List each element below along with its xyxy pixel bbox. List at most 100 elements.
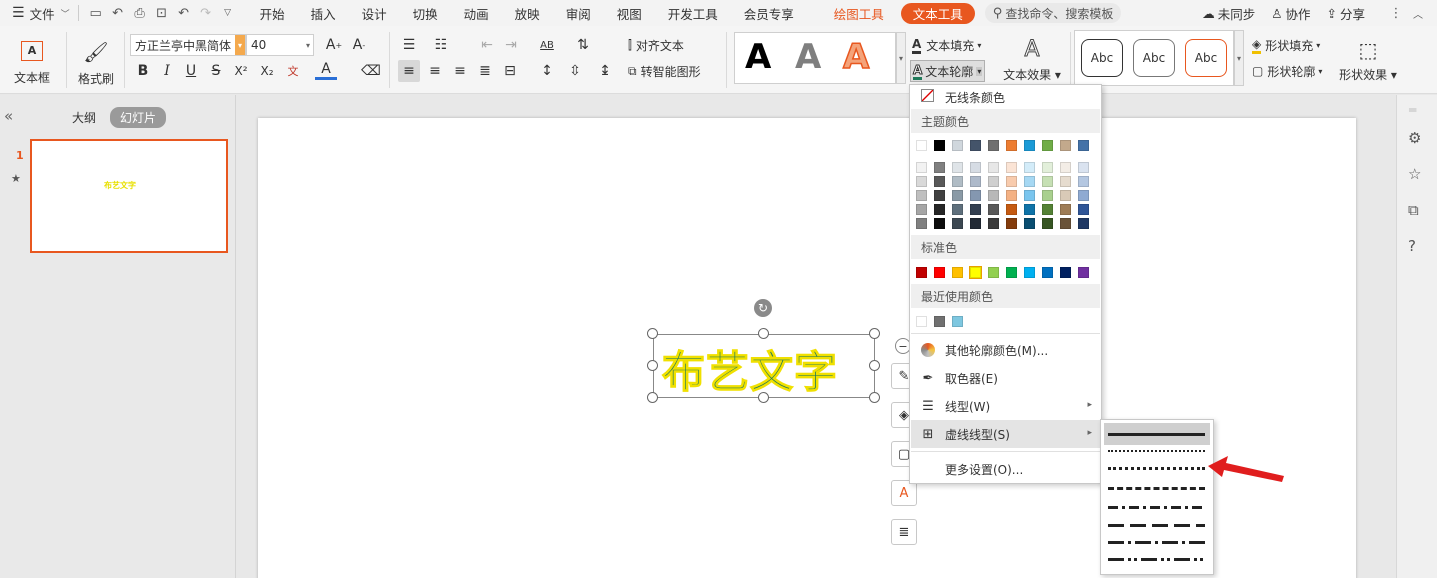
rotate-handle-icon[interactable]: ↻ [754, 299, 772, 317]
standard-color-swatch[interactable] [952, 267, 963, 278]
theme-shade-swatch[interactable] [1024, 204, 1035, 215]
theme-color-swatch[interactable] [952, 140, 963, 151]
preview-icon[interactable]: ⊡ [151, 2, 173, 24]
theme-shade-swatch[interactable] [1042, 176, 1053, 187]
tab-slideshow[interactable]: 放映 [502, 0, 553, 26]
dash-option-dash-dot[interactable] [1108, 506, 1205, 509]
theme-shade-swatch[interactable] [916, 176, 927, 187]
text-effect-button[interactable]: A 文本效果 ▾ [1000, 34, 1064, 86]
theme-shade-swatch[interactable] [988, 176, 999, 187]
theme-shade-swatch[interactable] [1006, 176, 1017, 187]
resize-handle-s[interactable] [758, 392, 769, 403]
float-text-wrap-icon[interactable]: ≣ [891, 519, 917, 545]
theme-shade-swatch[interactable] [1078, 190, 1089, 201]
dash-option-long-dash[interactable] [1108, 524, 1205, 527]
shape-style-2[interactable]: Abc [1133, 39, 1175, 77]
textbox-button[interactable]: A 文本框 [8, 34, 56, 92]
standard-color-swatch[interactable] [1060, 267, 1071, 278]
tab-transition[interactable]: 切换 [400, 0, 451, 26]
theme-shade-swatch[interactable] [934, 162, 945, 173]
shape-fill-button[interactable]: ◈ 形状填充 ▾ [1252, 34, 1320, 56]
tab-review[interactable]: 审阅 [553, 0, 604, 26]
eyedropper-item[interactable]: ✒ 取色器(E) [911, 364, 1100, 392]
save-icon[interactable]: ▭ [85, 2, 107, 24]
style-orange-a[interactable]: A [842, 36, 870, 78]
theme-shade-swatch[interactable] [1060, 190, 1071, 201]
slide-text[interactable]: 布艺文字 [661, 338, 838, 400]
standard-color-swatch[interactable] [916, 267, 927, 278]
style-black-a[interactable]: A [745, 37, 771, 77]
resize-handle-n[interactable] [758, 328, 769, 339]
theme-shade-swatch[interactable] [1078, 204, 1089, 215]
theme-color-swatch[interactable] [988, 140, 999, 151]
theme-shade-swatch[interactable] [934, 176, 945, 187]
file-menu[interactable]: ☰ 文件 ﹀ [0, 0, 72, 26]
theme-shade-swatch[interactable] [1024, 176, 1035, 187]
theme-shade-swatch[interactable] [1060, 176, 1071, 187]
numbered-list-icon[interactable]: ☷ [430, 34, 452, 56]
theme-color-swatch[interactable] [1060, 140, 1071, 151]
align-text-button[interactable]: ⫿ 对齐文本 [628, 34, 684, 56]
align-right-icon[interactable]: ≡ [449, 60, 471, 82]
theme-shade-swatch[interactable] [970, 218, 981, 229]
collapse-ribbon-icon[interactable]: ︿ [1407, 2, 1429, 24]
recent-color-swatch[interactable] [916, 316, 927, 327]
text-box-selection[interactable]: 布艺文字 [653, 334, 875, 400]
standard-color-swatch[interactable] [1042, 267, 1053, 278]
standard-color-swatch[interactable] [969, 266, 982, 279]
para-spacing-icon[interactable]: ⇳ [564, 60, 586, 82]
no-line-color-item[interactable]: 无线条颜色 [911, 85, 1100, 109]
search-box[interactable]: ⚲ 查找命令、搜索模板 [984, 3, 1122, 23]
theme-shade-swatch[interactable] [970, 190, 981, 201]
smart-shape-button[interactable]: ⧉ 转智能图形 [628, 60, 701, 82]
redo-icon[interactable]: ↷ [195, 2, 217, 24]
theme-shade-swatch[interactable] [970, 204, 981, 215]
theme-shade-swatch[interactable] [988, 190, 999, 201]
theme-shade-swatch[interactable] [1060, 218, 1071, 229]
theme-shade-swatch[interactable] [1024, 218, 1035, 229]
bullet-list-icon[interactable]: ☰ [398, 34, 420, 56]
distribute-icon[interactable]: ⊟ [499, 60, 521, 82]
theme-color-swatch[interactable] [970, 140, 981, 151]
spacing-options-icon[interactable]: ↨ [594, 60, 616, 82]
theme-shade-swatch[interactable] [1078, 162, 1089, 173]
dash-type-item[interactable]: ⊞ 虚线线型(S) ▸ [911, 420, 1100, 448]
format-painter-button[interactable]: 🖌 格式刷 [73, 34, 119, 92]
shape-effect-button[interactable]: ⬚ 形状效果 ▾ [1338, 34, 1398, 86]
theme-shade-swatch[interactable] [970, 162, 981, 173]
slide-thumbnail[interactable]: 布艺文字 [30, 139, 228, 253]
text-fill-button[interactable]: A 文本填充 ▾ [912, 34, 981, 56]
indent-icon[interactable]: ⇥ [500, 34, 522, 56]
collab-button[interactable]: ♙ 协作 [1269, 0, 1312, 26]
theme-shade-swatch[interactable] [952, 162, 963, 173]
theme-color-swatch[interactable] [1042, 140, 1053, 151]
theme-shade-swatch[interactable] [1078, 176, 1089, 187]
tab-home[interactable]: 开始 [247, 0, 298, 26]
superscript-button[interactable]: X² [230, 60, 252, 82]
resize-handle-sw[interactable] [647, 392, 658, 403]
justify-icon[interactable]: ≣ [474, 60, 496, 82]
undo-icon[interactable]: ↶ [173, 2, 195, 24]
theme-color-swatch[interactable] [1024, 140, 1035, 151]
theme-shade-swatch[interactable] [988, 204, 999, 215]
more-outline-colors-item[interactable]: 其他轮廓颜色(M)... [911, 336, 1100, 364]
dash-option-round-dot[interactable] [1108, 450, 1205, 452]
theme-color-swatch[interactable] [916, 140, 927, 151]
theme-shade-swatch[interactable] [1006, 190, 1017, 201]
tab-developer[interactable]: 开发工具 [655, 0, 731, 26]
standard-color-swatch[interactable] [1024, 267, 1035, 278]
theme-shade-swatch[interactable] [1042, 190, 1053, 201]
help-icon[interactable]: ? [1408, 237, 1416, 255]
theme-shade-swatch[interactable] [1006, 204, 1017, 215]
standard-color-swatch[interactable] [1078, 267, 1089, 278]
shape-outline-button[interactable]: ▢ 形状轮廓 ▾ [1252, 60, 1322, 82]
outdent-icon[interactable]: ⇤ [476, 34, 498, 56]
standard-color-swatch[interactable] [934, 267, 945, 278]
theme-shade-swatch[interactable] [1042, 162, 1053, 173]
subscript-button[interactable]: X₂ [256, 60, 278, 82]
tab-design[interactable]: 设计 [349, 0, 400, 26]
phonetic-icon[interactable]: 文 [282, 60, 304, 82]
theme-color-swatch[interactable] [1006, 140, 1017, 151]
theme-shade-swatch[interactable] [1042, 218, 1053, 229]
font-color-button[interactable]: A [315, 60, 337, 80]
